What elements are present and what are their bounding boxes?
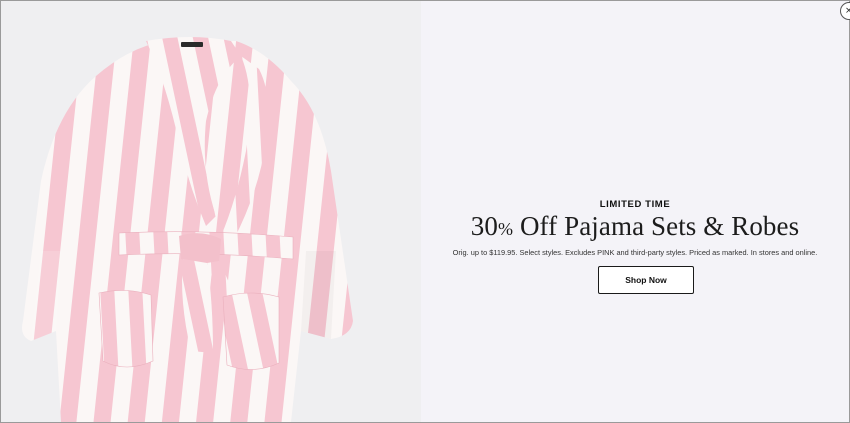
promo-disclaimer: Orig. up to $119.95. Select styles. Excl… [452, 248, 818, 257]
promo-content: LIMITED TIME 30% Off Pajama Sets & Robes… [421, 1, 849, 422]
close-icon: × [845, 6, 850, 16]
robe-product-image [1, 1, 421, 422]
shop-now-button[interactable]: Shop Now [598, 266, 694, 294]
promo-headline: 30% Off Pajama Sets & Robes [421, 211, 849, 242]
headline-percent: % [497, 219, 514, 239]
promo-modal: LIMITED TIME 30% Off Pajama Sets & Robes… [0, 0, 850, 423]
promo-eyebrow: LIMITED TIME [599, 199, 671, 210]
headline-text: Off Pajama Sets & Robes [513, 211, 800, 241]
headline-number: 30 [470, 211, 498, 241]
